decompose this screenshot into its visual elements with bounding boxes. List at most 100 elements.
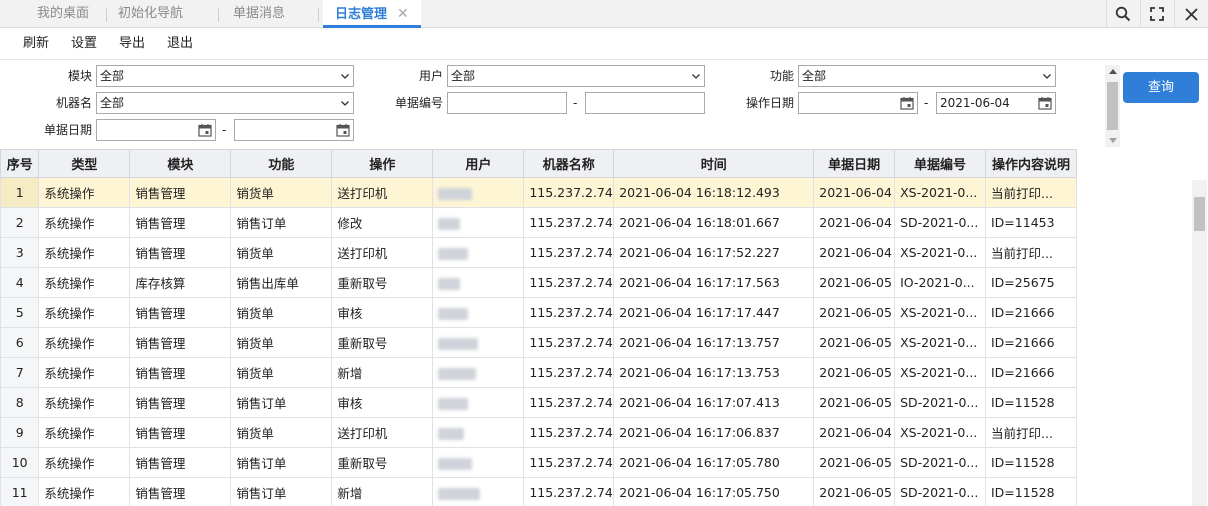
scroll-down-icon[interactable] <box>1109 138 1117 143</box>
filter-panel: 模块 全部 用户 全部 功能 全部 机器名 全部 单据编号 - 操作日期 - 2… <box>0 61 1120 148</box>
function-select[interactable]: 全部 <box>798 65 1056 87</box>
column-header-function[interactable]: 功能 <box>230 149 333 178</box>
user-select[interactable]: 全部 <box>447 65 705 87</box>
table-row[interactable]: 2 系统操作 销售管理 销售订单 修改 115.237.2.74 2021-06-04 16… <box>0 207 1077 238</box>
table-row[interactable]: 10 系统操作 销售管理 销售订单 重新取号 115.237.2.74 2021-06-04… <box>0 447 1077 478</box>
description-cell: 当前打印... <box>985 237 1077 268</box>
table-row[interactable]: 11 系统操作 销售管理 销售订单 新增 115.237.2.74 2021-06-04 1… <box>0 477 1077 506</box>
table-row[interactable]: 1 系统操作 销售管理 销货单 送打印机 115.237.2.74 2021-06-04 1… <box>0 177 1077 208</box>
function-cell: 销货单 <box>230 357 333 388</box>
description-cell: ID=25675 <box>985 267 1077 298</box>
table-row[interactable]: 3 系统操作 销售管理 销货单 送打印机 115.237.2.74 2021-06-04 1… <box>0 237 1077 268</box>
module-cell: 库存核算 <box>129 267 232 298</box>
redacted-user-name <box>438 187 473 200</box>
export-button[interactable]: 导出 <box>119 28 145 60</box>
calendar-icon[interactable] <box>198 123 212 137</box>
description-cell: ID=11528 <box>985 447 1077 478</box>
chevron-down-icon <box>341 101 349 106</box>
description-cell: ID=11528 <box>985 477 1077 506</box>
tab-init-wizard[interactable]: 初始化导航 <box>118 0 183 28</box>
calendar-icon[interactable] <box>1038 96 1052 110</box>
machine-cell: 115.237.2.74 <box>523 387 615 418</box>
row-index: 10 <box>0 447 40 478</box>
column-header-machine[interactable]: 机器名称 <box>523 149 615 178</box>
function-cell: 销售订单 <box>230 447 333 478</box>
function-cell: 销货单 <box>230 327 333 358</box>
search-button[interactable] <box>1107 0 1139 28</box>
docno-from-input[interactable] <box>447 92 567 114</box>
table-row[interactable]: 9 系统操作 销售管理 销货单 送打印机 115.237.2.74 2021-06-04 1… <box>0 417 1077 448</box>
column-header-docdate[interactable]: 单据日期 <box>813 149 896 178</box>
scroll-thumb[interactable] <box>1107 82 1118 130</box>
docdate-cell: 2021-06-05 <box>813 357 896 388</box>
docdate-to-input[interactable] <box>234 119 354 141</box>
column-header-index[interactable]: 序号 <box>0 149 40 178</box>
scroll-up-icon[interactable] <box>1109 69 1117 74</box>
tab-label: 我的桌面 <box>37 6 90 21</box>
docno-label: 单据编号 <box>394 96 443 110</box>
operation-cell: 重新取号 <box>331 327 434 358</box>
column-header-module[interactable]: 模块 <box>129 149 232 178</box>
redacted-user-name <box>438 487 481 500</box>
refresh-button[interactable]: 刷新 <box>23 28 49 60</box>
row-index: 7 <box>0 357 40 388</box>
tab-my-desktop[interactable]: 我的桌面 <box>37 0 89 28</box>
table-row[interactable]: 7 系统操作 销售管理 销货单 新增 115.237.2.74 2021-06-04 16:… <box>0 357 1077 388</box>
range-separator: - <box>222 123 227 137</box>
machine-cell: 115.237.2.74 <box>523 177 615 208</box>
table-row[interactable]: 5 系统操作 销售管理 销货单 审核 115.237.2.74 2021-06-04 16:… <box>0 297 1077 328</box>
docdate-cell: 2021-06-04 <box>813 237 896 268</box>
scroll-thumb[interactable] <box>1194 197 1205 231</box>
chevron-down-icon <box>1043 74 1051 79</box>
tab-label: 单据消息 <box>233 6 286 21</box>
redacted-user-name <box>438 217 461 230</box>
settings-button[interactable]: 设置 <box>71 28 97 60</box>
time-cell: 2021-06-04 16:18:12.493 <box>613 177 815 208</box>
query-button[interactable]: 查询 <box>1123 72 1199 103</box>
close-icon[interactable]: ✕ <box>397 0 409 28</box>
module-select[interactable]: 全部 <box>96 65 354 87</box>
chevron-down-icon <box>692 74 700 79</box>
column-header-description[interactable]: 操作内容说明 <box>985 149 1077 178</box>
time-cell: 2021-06-04 16:17:05.750 <box>613 477 815 506</box>
close-icon <box>1184 7 1198 21</box>
description-cell: ID=11528 <box>985 387 1077 418</box>
column-header-time[interactable]: 时间 <box>613 149 815 178</box>
tab-doc-messages[interactable]: 单据消息 <box>233 0 285 28</box>
exit-button[interactable]: 退出 <box>167 28 193 60</box>
table-row[interactable]: 4 系统操作 库存核算 销售出库单 重新取号 115.237.2.74 2021-06-04… <box>0 267 1077 298</box>
column-header-docno[interactable]: 单据编号 <box>894 149 986 178</box>
tab-log-management[interactable]: 日志管理 ✕ <box>323 0 421 28</box>
opdate-to-input[interactable]: 2021-06-04 <box>936 92 1056 114</box>
docdate-cell: 2021-06-05 <box>813 477 896 506</box>
machine-cell: 115.237.2.74 <box>523 327 615 358</box>
column-header-user[interactable]: 用户 <box>432 149 525 178</box>
docdate-from-input[interactable] <box>96 119 216 141</box>
user-cell <box>432 267 525 298</box>
column-header-operation[interactable]: 操作 <box>331 149 434 178</box>
row-index: 2 <box>0 207 40 238</box>
docno-cell: IO-2021-0... <box>894 267 986 298</box>
docno-to-input[interactable] <box>585 92 705 114</box>
opdate-from-input[interactable] <box>798 92 918 114</box>
fullscreen-button[interactable] <box>1141 0 1173 28</box>
table-row[interactable]: 8 系统操作 销售管理 销售订单 审核 115.237.2.74 2021-06-04 16… <box>0 387 1077 418</box>
operation-cell: 送打印机 <box>331 237 434 268</box>
table-row[interactable]: 6 系统操作 销售管理 销货单 重新取号 115.237.2.74 2021-06-04 1… <box>0 327 1077 358</box>
table-scrollbar[interactable] <box>1192 180 1207 506</box>
user-cell <box>432 387 525 418</box>
module-cell: 销售管理 <box>129 297 232 328</box>
redacted-user-name <box>438 247 469 260</box>
type-cell: 系统操作 <box>38 357 131 388</box>
time-cell: 2021-06-04 16:18:01.667 <box>613 207 815 238</box>
column-header-type[interactable]: 类型 <box>38 149 131 178</box>
calendar-icon[interactable] <box>900 96 914 110</box>
filter-scrollbar[interactable] <box>1105 65 1120 147</box>
function-cell: 销售订单 <box>230 207 333 238</box>
operation-cell: 重新取号 <box>331 267 434 298</box>
docno-cell: SD-2021-0... <box>894 387 986 418</box>
calendar-icon[interactable] <box>336 123 350 137</box>
type-cell: 系统操作 <box>38 207 131 238</box>
machine-select[interactable]: 全部 <box>96 92 354 114</box>
close-window-button[interactable] <box>1175 0 1207 28</box>
